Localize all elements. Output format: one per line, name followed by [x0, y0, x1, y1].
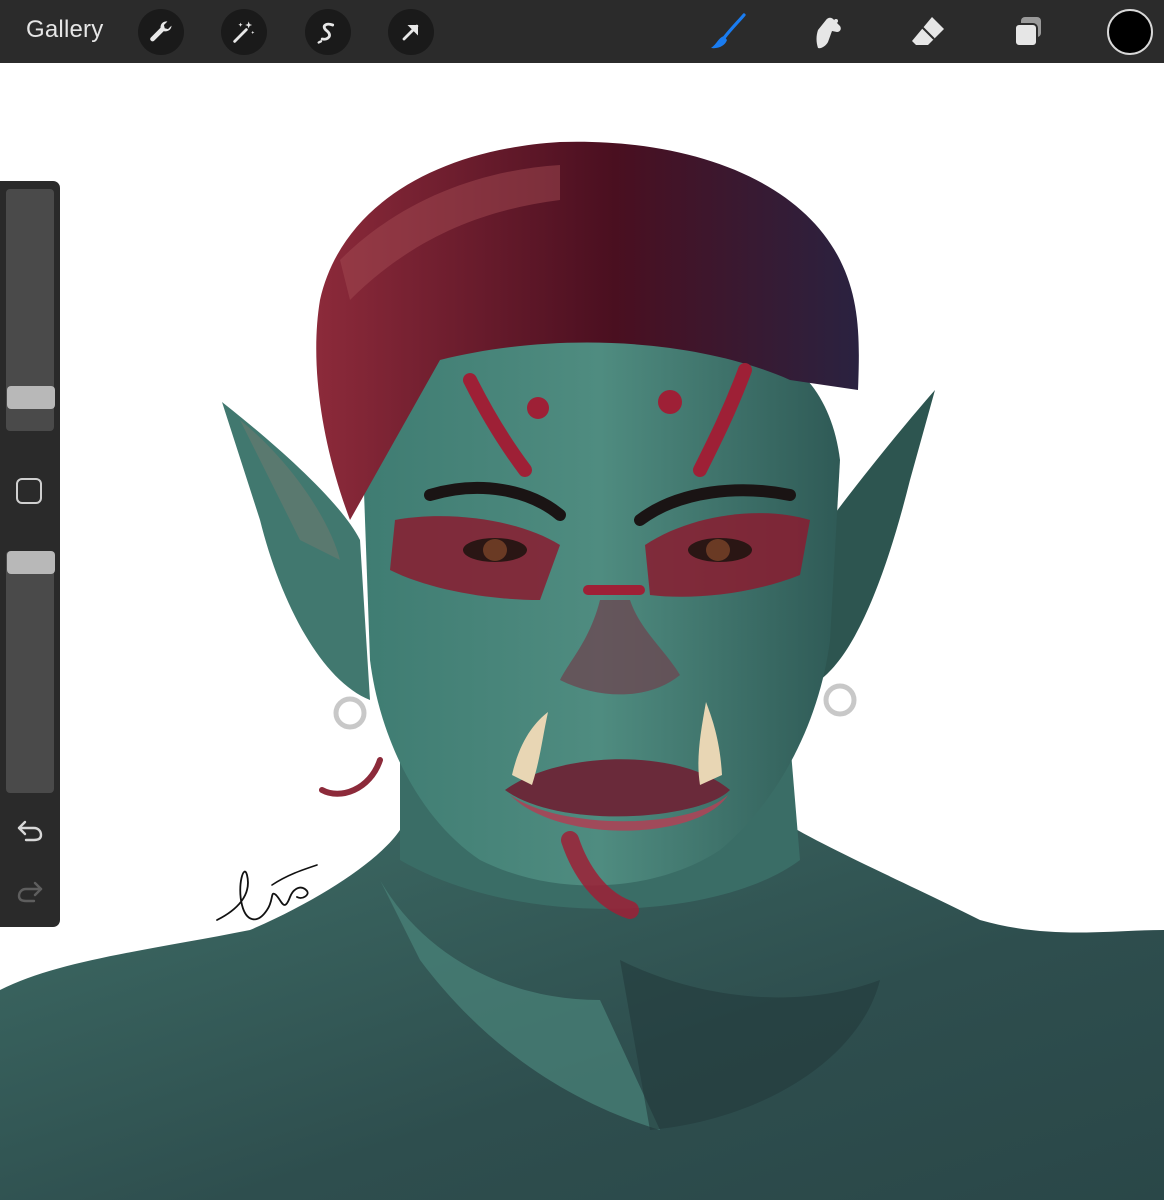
- layers-button[interactable]: [1005, 9, 1051, 55]
- selection-icon: [317, 22, 335, 44]
- adjustments-button[interactable]: [221, 9, 267, 55]
- left-sidebar: [0, 181, 60, 927]
- opacity-slider[interactable]: [6, 551, 54, 793]
- signature: [216, 864, 318, 921]
- eraser-tool-button[interactable]: [905, 9, 951, 55]
- redo-icon: [17, 881, 43, 903]
- top-toolbar: Gallery: [0, 0, 1164, 63]
- undo-button[interactable]: [14, 815, 46, 845]
- smudge-icon: [816, 17, 841, 49]
- undo-icon: [17, 820, 43, 842]
- eraser-icon: [912, 17, 944, 45]
- brush-size-slider-thumb[interactable]: [7, 386, 55, 410]
- smudge-tool-button[interactable]: [803, 9, 849, 55]
- opacity-slider-thumb[interactable]: [7, 551, 55, 574]
- orc-portrait: [0, 141, 1164, 1200]
- brush-tool-button[interactable]: [705, 9, 751, 55]
- transform-button[interactable]: [388, 9, 434, 55]
- transform-arrow-icon: [402, 24, 419, 41]
- color-picker-button[interactable]: [1107, 9, 1153, 55]
- wrench-icon: [150, 21, 172, 42]
- square-icon[interactable]: [16, 478, 42, 504]
- gallery-button[interactable]: Gallery: [26, 16, 103, 44]
- brush-icon: [711, 13, 746, 49]
- drawing-canvas[interactable]: [0, 63, 1164, 1200]
- actions-button[interactable]: [138, 9, 184, 55]
- layers-icon: [1014, 17, 1041, 47]
- selection-button[interactable]: [305, 9, 351, 55]
- redo-button[interactable]: [14, 876, 46, 906]
- magic-wand-icon: [233, 21, 255, 43]
